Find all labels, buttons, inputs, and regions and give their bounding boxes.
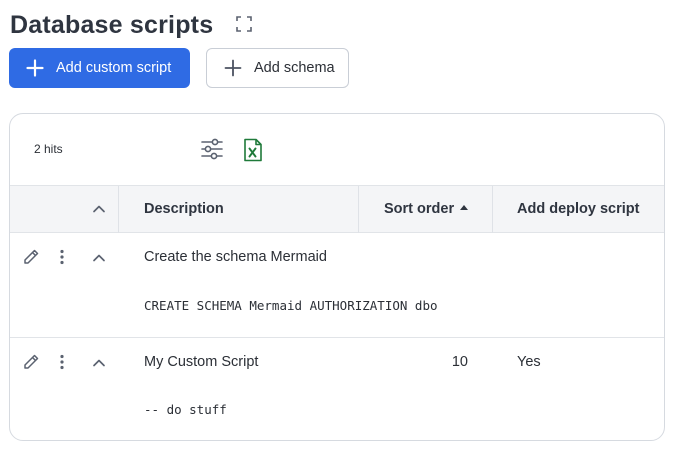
scripts-card: 2 hits Description Sort order Add deploy… bbox=[9, 113, 665, 441]
edit-pencil-icon[interactable] bbox=[22, 248, 40, 266]
sort-order-cell: 10 bbox=[451, 354, 468, 370]
add-custom-script-button[interactable]: Add custom script bbox=[9, 48, 190, 88]
script-code: CREATE SCHEMA Mermaid AUTHORIZATION dbo bbox=[144, 298, 438, 313]
excel-export-icon[interactable] bbox=[243, 138, 263, 162]
more-options-icon[interactable] bbox=[58, 249, 66, 265]
collapse-row-chevron-icon[interactable] bbox=[92, 358, 106, 368]
column-header-sort-order-label: Sort order bbox=[384, 201, 455, 217]
table-header: Description Sort order Add deploy script bbox=[10, 185, 664, 233]
add-deploy-script-cell: Yes bbox=[517, 354, 541, 370]
description-cell: My Custom Script bbox=[144, 354, 259, 370]
edit-pencil-icon[interactable] bbox=[22, 353, 40, 371]
plus-icon bbox=[26, 59, 44, 77]
page-title: Database scripts bbox=[10, 10, 214, 39]
collapse-all-chevron-icon[interactable] bbox=[92, 204, 106, 214]
filter-settings-icon[interactable] bbox=[200, 138, 224, 160]
column-separator bbox=[118, 186, 119, 233]
column-separator bbox=[358, 186, 359, 233]
add-schema-button[interactable]: Add schema bbox=[206, 48, 349, 88]
script-code: -- do stuff bbox=[144, 402, 227, 417]
title-row: Database scripts bbox=[10, 10, 213, 40]
plus-icon bbox=[224, 59, 242, 77]
add-schema-label: Add schema bbox=[254, 60, 335, 76]
table-row: My Custom Script 10 Yes -- do stuff bbox=[10, 339, 664, 440]
description-cell: Create the schema Mermaid bbox=[144, 249, 327, 265]
column-header-add-deploy-script[interactable]: Add deploy script bbox=[517, 201, 639, 217]
column-separator bbox=[492, 186, 493, 233]
table-row: Create the schema Mermaid CREATE SCHEMA … bbox=[10, 234, 664, 338]
column-header-description[interactable]: Description bbox=[144, 201, 224, 217]
hits-count: 2 hits bbox=[34, 142, 63, 156]
collapse-row-chevron-icon[interactable] bbox=[92, 253, 106, 263]
expand-icon[interactable] bbox=[236, 16, 252, 32]
sort-ascending-icon bbox=[460, 204, 469, 210]
more-options-icon[interactable] bbox=[58, 354, 66, 370]
column-header-sort-order[interactable]: Sort order bbox=[384, 201, 469, 217]
add-custom-script-label: Add custom script bbox=[56, 60, 172, 76]
